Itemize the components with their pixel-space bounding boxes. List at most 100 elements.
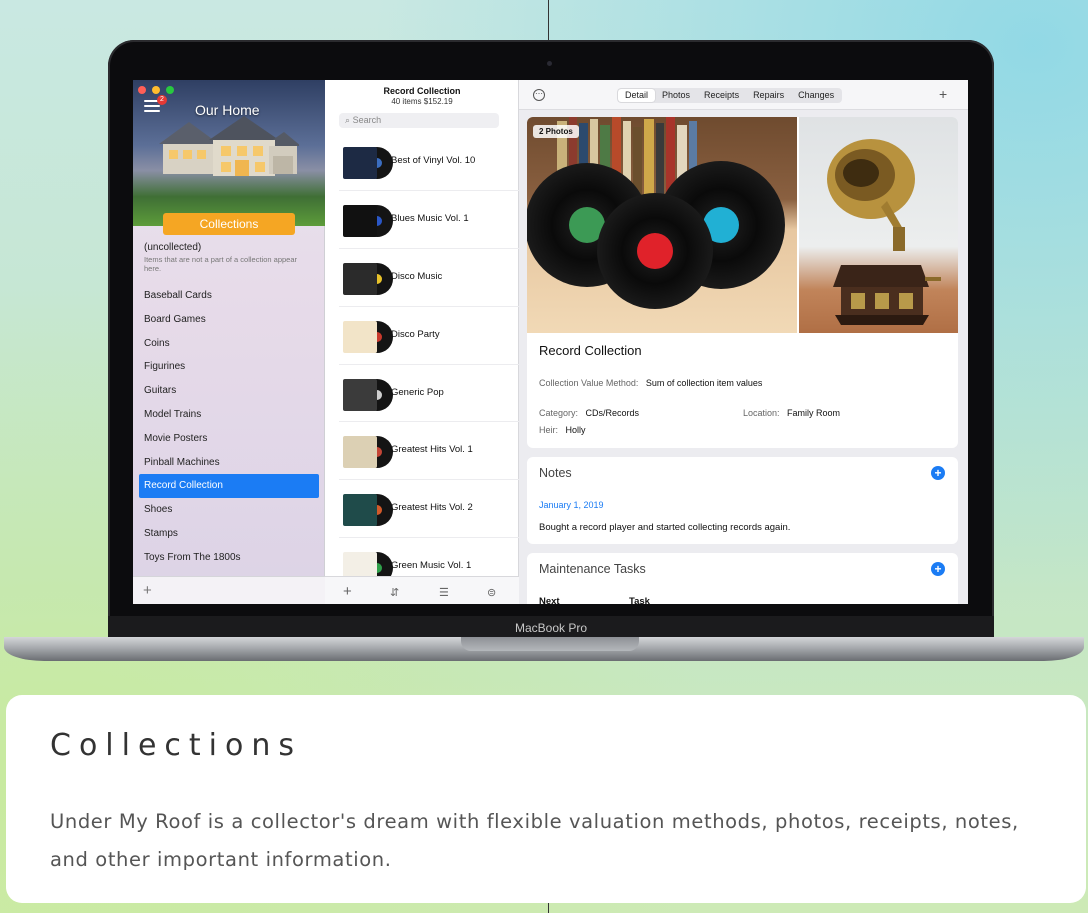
- minimize-window-button[interactable]: [152, 86, 160, 94]
- list-item[interactable]: Green Music Vol. 1: [339, 538, 519, 576]
- value-method-value: Sum of collection item values: [645, 378, 763, 388]
- plus-icon[interactable]: +: [343, 583, 352, 600]
- sidebar-item[interactable]: Figurines: [139, 355, 319, 379]
- value-method-label: Collection Value Method:: [539, 378, 639, 388]
- sidebar-item[interactable]: Movie Posters: [139, 427, 319, 451]
- value-method-row: Collection Value Method: Sum of collecti…: [539, 373, 762, 391]
- list-item[interactable]: Disco Party: [339, 307, 519, 365]
- tab-photos[interactable]: Photos: [655, 89, 697, 102]
- album-cover: [343, 147, 377, 179]
- records-photo: 2 Photos: [527, 117, 797, 333]
- category-value: CDs/Records: [585, 408, 639, 418]
- category-label: Category:: [539, 408, 579, 418]
- column-task: Task: [629, 596, 650, 604]
- list-item[interactable]: Disco Music: [339, 249, 519, 307]
- category-row: Category: CDs/Records: [539, 403, 639, 421]
- list-item[interactable]: Greatest Hits Vol. 2: [339, 480, 519, 539]
- column-next: Next: [539, 596, 560, 604]
- sidebar-item[interactable]: Baseball Cards: [139, 284, 319, 308]
- add-task-button[interactable]: +: [931, 562, 945, 576]
- sidebar: 2 Our Home Collections (uncollected) Ite…: [133, 80, 325, 604]
- album-title: Greatest Hits Vol. 1: [391, 444, 473, 456]
- list-subtitle: 40 items $152.19: [391, 97, 453, 106]
- tab-changes[interactable]: Changes: [791, 89, 841, 102]
- sidebar-footer: +: [133, 576, 325, 604]
- sidebar-item[interactable]: Toys From The 1800s: [139, 546, 319, 570]
- close-window-button[interactable]: [138, 86, 146, 94]
- list-footer: + ⇵ ☰ ⊜: [325, 576, 519, 604]
- filter-list-icon[interactable]: ☰: [439, 586, 449, 599]
- sidebar-item[interactable]: Stamps: [139, 522, 319, 546]
- sidebar-item[interactable]: Coins: [139, 332, 319, 356]
- album-cover: [343, 552, 377, 576]
- filter-icon[interactable]: ⊜: [487, 586, 496, 599]
- uncollected-item[interactable]: (uncollected) Items that are not a part …: [144, 242, 314, 273]
- tab-repairs[interactable]: Repairs: [746, 89, 791, 102]
- photo-count-badge: 2 Photos: [533, 125, 579, 138]
- home-title: Our Home: [195, 102, 260, 118]
- camera: [547, 61, 552, 66]
- list-header: Record Collection 40 items $152.19: [325, 86, 519, 106]
- gramophone-image: [827, 139, 941, 325]
- album-cover: [343, 204, 377, 237]
- location-row: Location: Family Room: [743, 403, 840, 421]
- uncollected-description: Items that are not a part of a collectio…: [144, 255, 298, 273]
- sidebar-item[interactable]: Board Games: [139, 308, 319, 332]
- gramophone-photo: [799, 117, 958, 333]
- feature-description: Under My Roof is a collector's dream wit…: [50, 810, 1019, 871]
- album-cover: [343, 320, 377, 353]
- app-window: 2 Our Home Collections (uncollected) Ite…: [133, 80, 968, 604]
- vinyl-record-red: [597, 193, 713, 309]
- notification-badge: 2: [157, 95, 167, 105]
- tab-receipts[interactable]: Receipts: [697, 89, 746, 102]
- collection-title: Record Collection: [539, 343, 642, 358]
- house-image: [159, 116, 299, 176]
- item-list-pane: Record Collection 40 items $152.19 ⌕ Sea…: [325, 80, 519, 604]
- list-item[interactable]: Generic Pop: [339, 365, 519, 423]
- add-collection-icon[interactable]: +: [143, 583, 152, 598]
- collections-tab[interactable]: Collections: [163, 213, 295, 235]
- feature-caption-card: Collections Under My Roof is a collector…: [6, 695, 1086, 903]
- laptop-notch: [461, 637, 639, 651]
- more-options-icon[interactable]: ⋯: [533, 89, 545, 101]
- sidebar-item[interactable]: Pinball Machines: [139, 451, 319, 475]
- album-title: Best of Vinyl Vol. 10: [391, 155, 476, 166]
- sidebar-item[interactable]: Shoes: [139, 498, 319, 522]
- search-input[interactable]: ⌕ Search: [339, 113, 499, 128]
- detail-toolbar: ⋯ Detail Photos Receipts Repairs Changes +: [519, 80, 968, 110]
- notes-card: Notes + January 1, 2019 Bought a record …: [527, 457, 958, 544]
- album-title: Green Music Vol. 1: [391, 560, 472, 572]
- photo-strip[interactable]: 2 Photos: [527, 117, 958, 333]
- sidebar-item[interactable]: Model Trains: [139, 403, 319, 427]
- search-icon: ⌕: [345, 115, 351, 125]
- list-item[interactable]: Greatest Hits Vol. 1: [339, 422, 519, 481]
- album-list: Best of Vinyl Vol. 10 Blues Music Vol. 1 D…: [325, 133, 519, 576]
- collection-card: 2 Photos Record Collection Collection Va…: [527, 117, 958, 448]
- laptop-brand-label: MacBook Pro: [514, 621, 588, 635]
- list-item[interactable]: Best of Vinyl Vol. 10: [339, 133, 519, 191]
- list-item[interactable]: Blues Music Vol. 1: [339, 191, 519, 249]
- add-note-button[interactable]: +: [931, 466, 945, 480]
- album-title: Disco Music: [391, 270, 443, 282]
- note-text: Bought a record player and started colle…: [539, 522, 791, 533]
- collection-list: Baseball Cards Board Games Coins Figurines G…: [139, 284, 319, 570]
- location-value: Family Room: [786, 408, 840, 418]
- sidebar-item[interactable]: Guitars: [139, 379, 319, 403]
- album-cover: [343, 378, 377, 411]
- maintenance-card: Maintenance Tasks + Next Task: [527, 553, 958, 604]
- divider-line-top: [548, 0, 549, 40]
- sidebar-item[interactable]: Record Collection: [139, 474, 319, 499]
- tab-detail[interactable]: Detail: [618, 89, 656, 102]
- album-title: Disco Party: [391, 328, 440, 340]
- album-cover: [343, 262, 377, 295]
- album-title: Blues Music Vol. 1: [391, 212, 469, 224]
- note-date: January 1, 2019: [539, 500, 604, 510]
- add-icon[interactable]: +: [939, 87, 947, 101]
- heir-value: Holly: [565, 425, 586, 435]
- maintenance-title: Maintenance Tasks: [539, 562, 646, 576]
- album-title: Greatest Hits Vol. 2: [391, 502, 473, 514]
- detail-tabs: Detail Photos Receipts Repairs Changes: [617, 88, 843, 103]
- sort-icon[interactable]: ⇵: [390, 586, 399, 599]
- zoom-window-button[interactable]: [166, 86, 174, 94]
- uncollected-title: (uncollected): [144, 242, 202, 253]
